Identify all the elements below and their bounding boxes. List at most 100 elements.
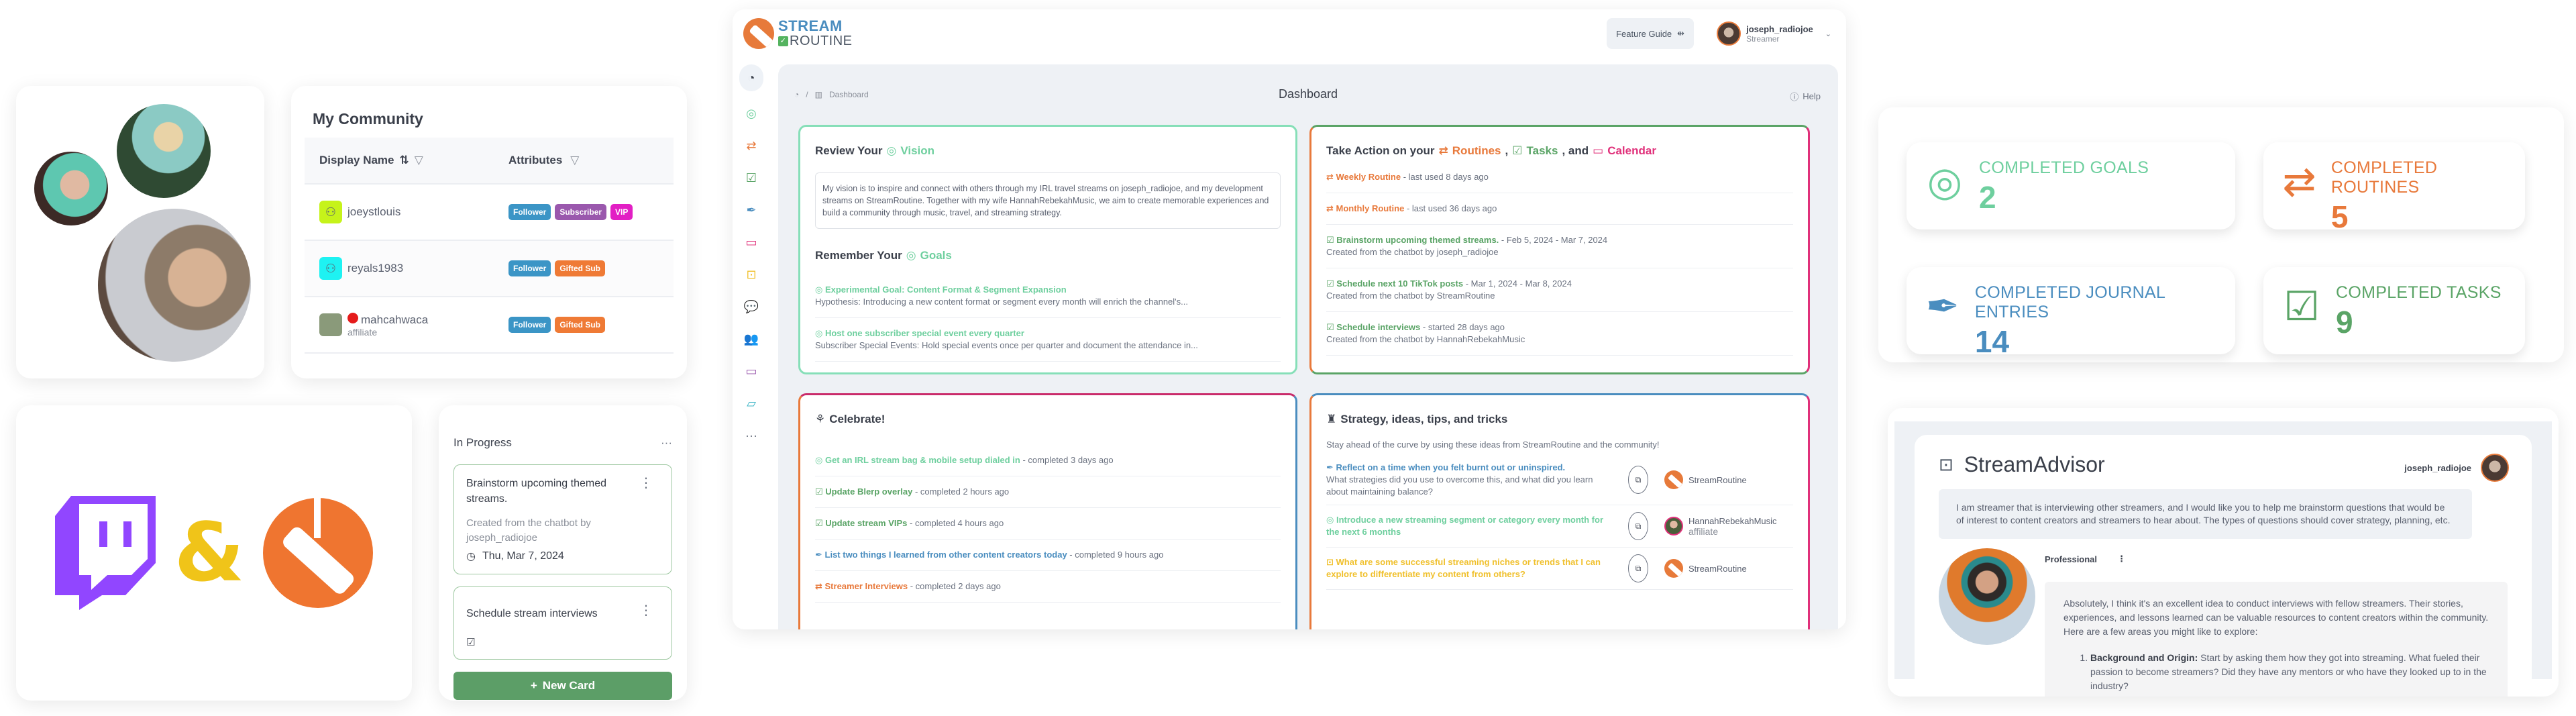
action-title[interactable]: ☑ Schedule next 10 TikTok posts — [1326, 278, 1463, 289]
celebrate-item[interactable]: ☑ Update stream VIPs - completed 4 hours… — [815, 508, 1281, 540]
copy-button[interactable]: ⧉ — [1628, 466, 1648, 494]
take-action-card: Take Action on your ⇄ Routines , ☑ Tasks, … — [1309, 125, 1810, 374]
table-row[interactable]: ⚇ joeystlouis Follower Subscriber VIP — [305, 185, 674, 241]
user-status: affiliate — [347, 326, 378, 338]
action-item[interactable]: ☑ Schedule interviews - started 28 days … — [1326, 312, 1793, 356]
column-display-name[interactable]: Display Name — [319, 154, 394, 167]
celebrate-title[interactable]: ☑ Update Blerp overlay — [815, 487, 912, 497]
tip-title[interactable]: ◎ Introduce a new streaming segment or c… — [1326, 514, 1615, 538]
stat-card[interactable]: ⇄ COMPLETED ROUTINES 5 — [2263, 142, 2525, 234]
help-button[interactable]: ⓘ Help — [1790, 90, 1821, 103]
routines-link[interactable]: Routines — [1452, 144, 1501, 158]
display-name-cell: ⚇ joeystlouis — [319, 201, 508, 223]
attribute-badges: Follower Gifted Sub — [508, 317, 606, 333]
celebrate-title[interactable]: ✒ List two things I learned from other c… — [815, 550, 1067, 560]
video-icon[interactable]: ▭ — [741, 361, 761, 381]
user-display-name[interactable]: mahcahwaca — [347, 312, 428, 327]
stat-card[interactable]: ◎ COMPLETED GOALS 2 — [1907, 142, 2235, 229]
stat-card[interactable]: ☑ COMPLETED TASKS 9 — [2263, 267, 2525, 354]
user-display-name[interactable]: joeystlouis — [347, 205, 400, 219]
ampersand: & — [174, 506, 245, 600]
celebrate-title[interactable]: ◎ Get an IRL stream bag & mobile setup d… — [815, 455, 1020, 465]
attribute-badge: Follower — [508, 260, 551, 276]
stat-label: COMPLETED GOALS — [1979, 158, 2149, 177]
tasks-link[interactable]: Tasks — [1527, 144, 1558, 158]
kanban-column-in-progress: In Progress ··· Brainstorm upcoming them… — [439, 405, 687, 701]
card-menu-icon[interactable]: ⋮ — [639, 604, 653, 617]
tasks-icon[interactable]: ☑ — [741, 168, 761, 188]
stat-text: COMPLETED GOALS 2 — [1979, 158, 2149, 215]
user-display-name[interactable]: reyals1983 — [347, 262, 403, 275]
goal-icon: ◎ — [1326, 515, 1336, 525]
action-label: Take Action on your — [1326, 144, 1435, 157]
celebrate-meta: - completed 3 days ago — [1020, 455, 1114, 465]
tip-author: StreamRoutine — [1664, 470, 1747, 489]
tip-item: ◎ Introduce a new streaming segment or c… — [1326, 505, 1793, 548]
card-menu-icon[interactable]: ⋮ — [639, 476, 653, 490]
tip-title[interactable]: ⊡ What are some successful streaming nic… — [1326, 556, 1615, 580]
author-avatar — [1664, 517, 1683, 535]
advisor-icon[interactable]: ⊡ — [741, 264, 761, 285]
goal-title[interactable]: ◎ Host one subscriber special event ever… — [815, 327, 1281, 340]
goal-item[interactable]: ◎ Host one subscriber special event ever… — [815, 318, 1281, 362]
action-title[interactable]: ⇄ Weekly Routine — [1326, 172, 1401, 182]
goal-title[interactable]: ◎ Experimental Goal: Content Format & Se… — [815, 284, 1281, 296]
community-member-photo — [98, 209, 251, 362]
help-icon: ⓘ — [1790, 92, 1799, 102]
tip-title[interactable]: ✒ Reflect on a time when you felt burnt … — [1326, 462, 1615, 474]
column-menu-icon[interactable]: ··· — [661, 436, 672, 450]
goal-item[interactable]: ◎ Experimental Goal: Content Format & Se… — [815, 274, 1281, 318]
action-item[interactable]: ⇄ Weekly Routine - last used 8 days ago — [1326, 162, 1793, 193]
folder-icon[interactable]: ▱ — [741, 393, 761, 413]
action-title[interactable]: ☑ Brainstorm upcoming themed streams. — [1326, 235, 1499, 245]
kanban-card[interactable]: Brainstorm upcoming themed streams. ⋮ Cr… — [453, 464, 672, 574]
dashboard-icon[interactable]: ◔ — [739, 64, 763, 91]
logo-text-stream: STREAM — [778, 17, 843, 34]
vision-link[interactable]: Vision — [900, 144, 934, 158]
celebrate-title[interactable]: ⇄ Streamer Interviews — [815, 581, 908, 591]
user-menu[interactable]: joseph_radiojoe Streamer ⌄ — [1717, 21, 1831, 46]
feature-guide-button[interactable]: Feature Guide ⇹ — [1607, 18, 1695, 49]
stream-advisor-panel: ⊡ StreamAdvisor joseph_radiojoe I am str… — [1888, 408, 2559, 697]
stat-label: COMPLETED TASKS — [2336, 283, 2502, 302]
user-prompt-message: I am streamer that is interviewing other… — [1939, 489, 2472, 539]
sort-icon[interactable]: ⇅ — [400, 154, 409, 167]
celebrate-title[interactable]: ☑ Update stream VIPs — [815, 518, 907, 528]
celebrate-item[interactable]: ☑ Update Blerp overlay - completed 2 hou… — [815, 476, 1281, 508]
copy-button[interactable]: ⧉ — [1628, 512, 1648, 540]
action-title[interactable]: ☑ Schedule interviews — [1326, 322, 1420, 332]
stat-card[interactable]: ✒ COMPLETED JOURNAL ENTRIES 14 — [1907, 267, 2235, 359]
celebrate-item[interactable]: ⇄ Streamer Interviews - completed 2 days… — [815, 571, 1281, 603]
action-item[interactable]: ⇄ Monthly Routine - last used 36 days ag… — [1326, 193, 1793, 225]
list-item-heading: Background and Origin: — [2090, 652, 2198, 663]
filter-icon[interactable]: ▽ — [570, 154, 579, 167]
task-icon: ☑ — [1326, 235, 1337, 245]
filter-icon[interactable]: ▽ — [415, 154, 423, 167]
action-item[interactable]: ☑ Brainstorm upcoming themed streams. - … — [1326, 225, 1793, 268]
action-line: ☑ Schedule next 10 TikTok posts - Mar 1,… — [1326, 278, 1793, 290]
copy-button[interactable]: ⧉ — [1628, 554, 1648, 582]
streamroutine-logo[interactable]: STREAM ✓ ROUTINE — [743, 18, 853, 49]
calendar-icon[interactable]: ▭ — [741, 232, 761, 252]
goals-icon[interactable]: ◎ — [741, 103, 761, 123]
more-icon[interactable]: ··· — [741, 425, 761, 446]
table-row[interactable]: ⚇ reyals1983 Follower Gifted Sub — [305, 241, 674, 297]
routines-icon[interactable]: ⇄ — [741, 136, 761, 156]
celebrate-item[interactable]: ◎ Get an IRL stream bag & mobile setup d… — [815, 445, 1281, 476]
qa-icon[interactable]: 💬 — [741, 297, 761, 317]
persona-menu-icon[interactable]: ⋮ — [2117, 554, 2126, 564]
journal-icon[interactable]: ✒ — [741, 200, 761, 220]
table-row[interactable]: mahcahwaca affiliate Follower Gifted Sub — [305, 297, 674, 354]
dashboard-content: ◔ / ▥ Dashboard Dashboard ⓘ Help Review Y… — [778, 64, 1838, 629]
action-title[interactable]: ⇄ Monthly Routine — [1326, 203, 1404, 213]
goal-icon: ◎ — [815, 328, 825, 338]
action-item[interactable]: ☑ Schedule next 10 TikTok posts - Mar 1,… — [1326, 268, 1793, 312]
kanban-card[interactable]: Schedule stream interviews ⋮ ☑ — [453, 586, 672, 660]
vision-text: My vision is to inspire and connect with… — [815, 172, 1281, 229]
community-title: My Community — [313, 110, 423, 127]
calendar-link[interactable]: Calendar — [1607, 144, 1656, 158]
community-icon[interactable]: 👥 — [741, 329, 761, 349]
new-card-button[interactable]: + New Card — [453, 672, 672, 700]
celebrate-item[interactable]: ✒ List two things I learned from other c… — [815, 540, 1281, 571]
goals-link[interactable]: Goals — [920, 249, 952, 262]
